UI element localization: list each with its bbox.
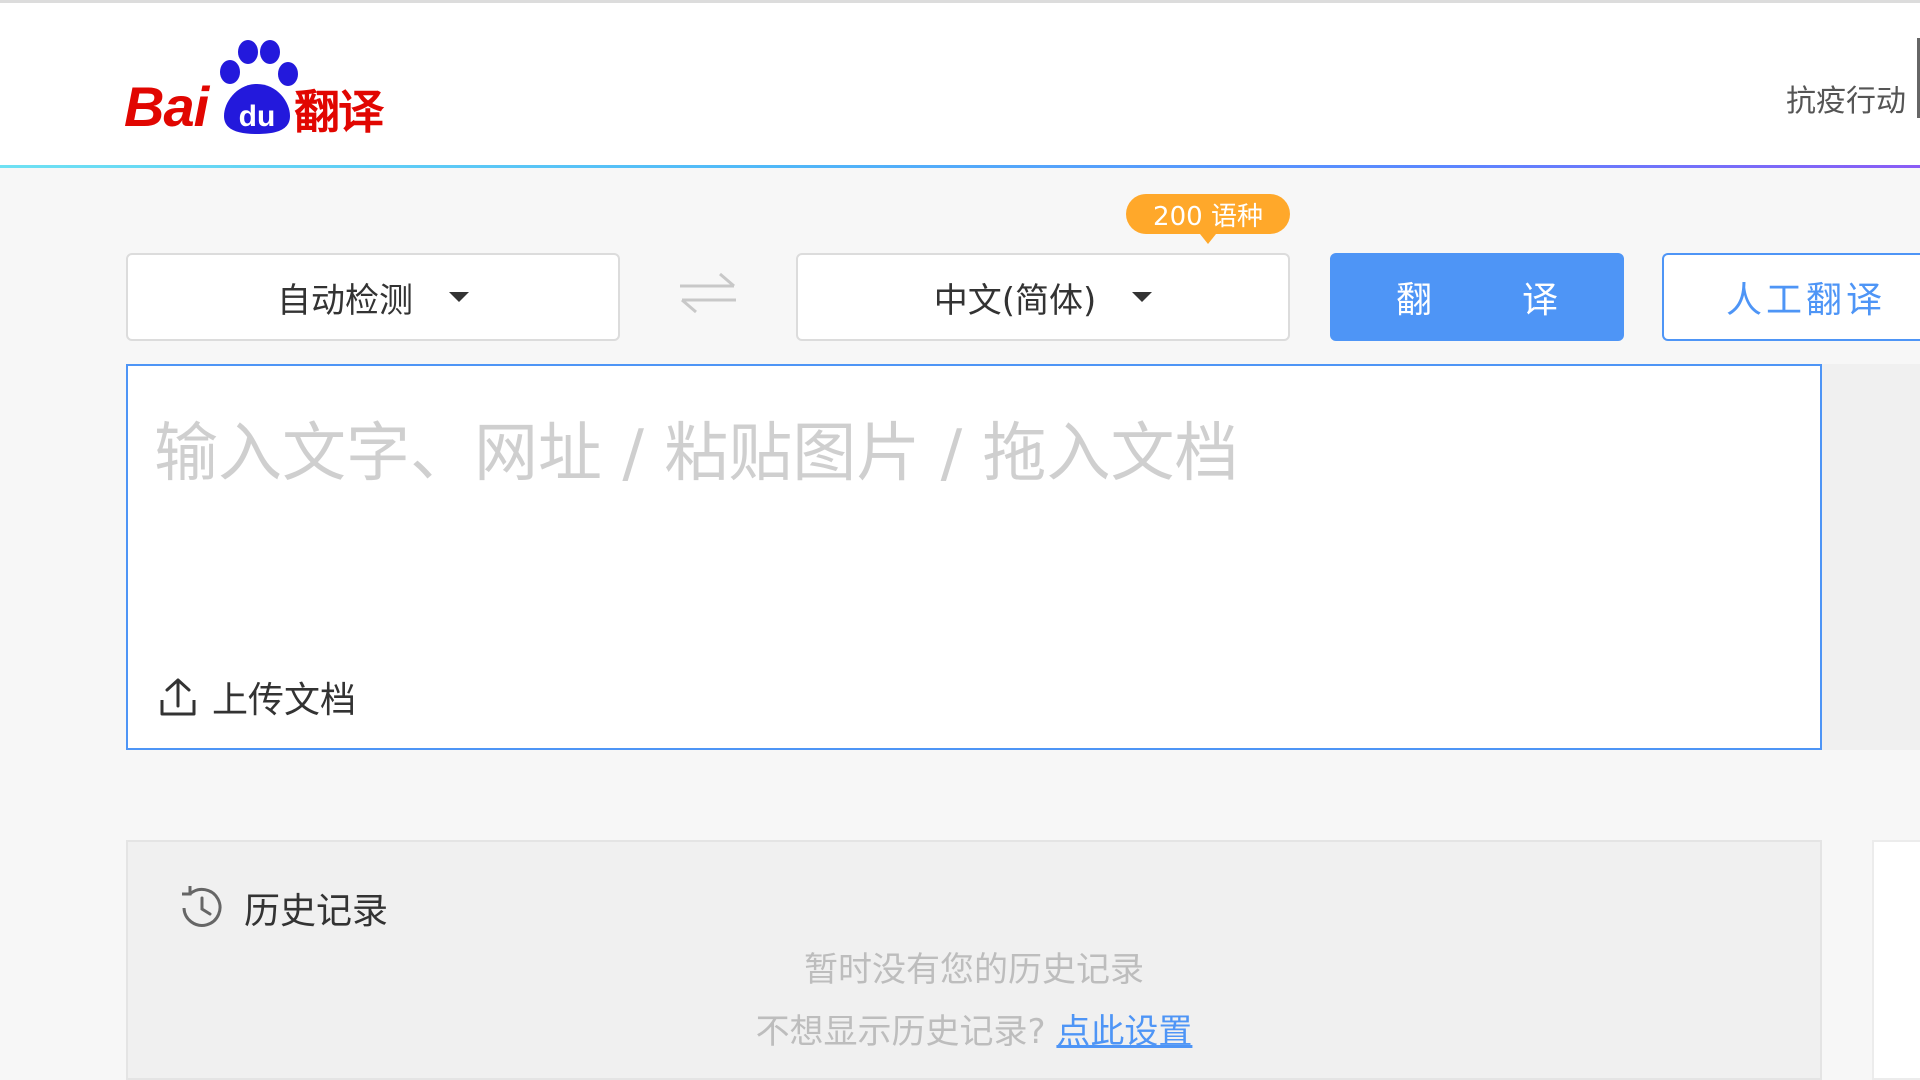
- chevron-down-icon: [449, 292, 469, 302]
- chevron-down-icon: [1132, 292, 1153, 302]
- header-top-border: [0, 0, 1920, 3]
- swap-arrows-icon: [680, 272, 736, 314]
- history-empty-text: 暂时没有您的历史记录: [804, 950, 1144, 990]
- source-language-label: 自动检测: [277, 280, 413, 321]
- history-settings-link[interactable]: 点此设置: [1056, 1012, 1192, 1052]
- logo-text-bai: Bai: [124, 75, 209, 138]
- logo-text-du: du: [239, 100, 276, 133]
- human-translation-button[interactable]: 人工翻译: [1662, 253, 1920, 341]
- history-hide-text: 不想显示历史记录?: [755, 1012, 1046, 1052]
- header: Bai du 翻译 抗疫行动: [0, 0, 1920, 168]
- history-title: 历史记录: [244, 891, 389, 932]
- baidu-fanyi-logo[interactable]: Bai du 翻译: [124, 40, 414, 140]
- translate-button[interactable]: 翻 译: [1330, 253, 1624, 341]
- paw-logo-icon: du: [220, 40, 298, 134]
- upload-document-label: 上传文档: [212, 680, 357, 721]
- history-panel: 历史记录 暂时没有您的历史记录 不想显示历史记录? 点此设置: [126, 840, 1822, 1080]
- covid-action-link[interactable]: 抗疫行动: [1786, 76, 1906, 120]
- language-count-badge: 200 语种: [1126, 194, 1290, 244]
- logo-text-fanyi: 翻译: [294, 85, 384, 139]
- swap-languages-button[interactable]: [676, 262, 740, 322]
- history-header: 历史记录: [174, 882, 388, 934]
- history-hide-prompt: 不想显示历史记录? 点此设置: [128, 1004, 1820, 1053]
- upload-document-button[interactable]: 上传文档: [158, 672, 356, 722]
- input-placeholder: 输入文字、网址 / 粘贴图片 / 拖入文档: [154, 417, 1239, 491]
- clock-history-icon: [182, 886, 222, 927]
- header-gradient-line: [0, 165, 1920, 168]
- translation-output-panel: [1822, 364, 1920, 750]
- source-text-input[interactable]: 输入文字、网址 / 粘贴图片 / 拖入文档 上传文档: [126, 364, 1822, 750]
- target-language-select[interactable]: 中文(简体): [796, 253, 1290, 341]
- side-card: [1872, 840, 1920, 1080]
- source-language-select[interactable]: 自动检测: [126, 253, 620, 341]
- upload-icon: [160, 678, 196, 716]
- target-language-label: 中文(简体): [933, 280, 1097, 321]
